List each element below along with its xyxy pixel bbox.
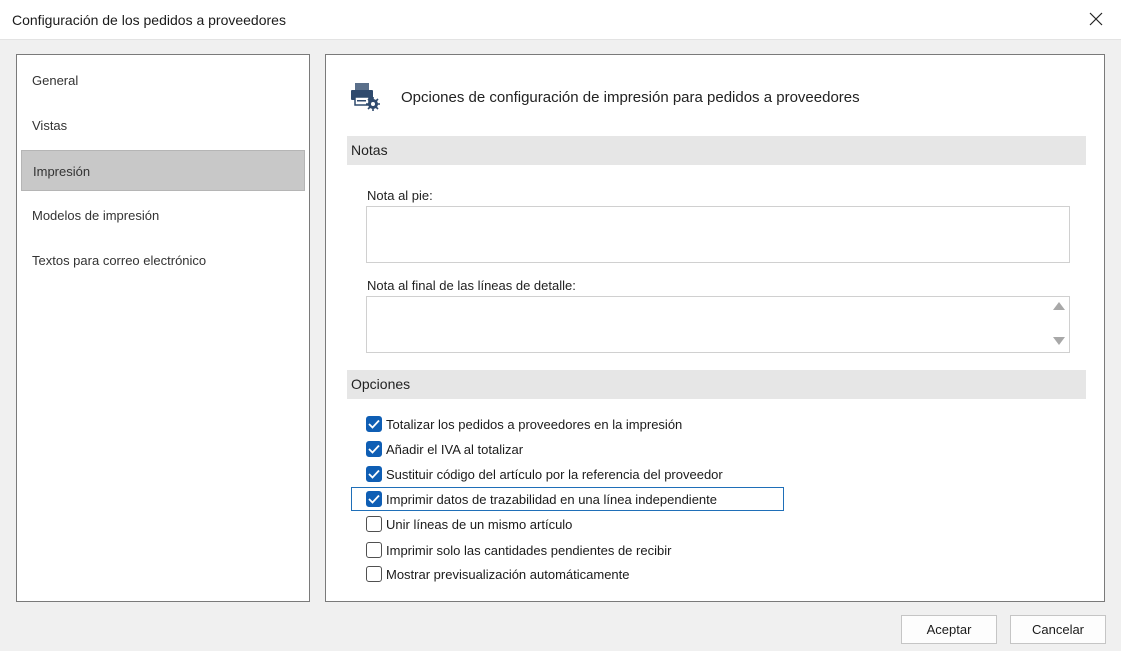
option-sustituir-codigo[interactable]: Sustituir código del artículo por la ref… [366, 464, 723, 484]
scroll-down-icon[interactable] [1053, 337, 1065, 345]
printer-settings-icon [351, 83, 380, 111]
close-icon [1089, 12, 1103, 26]
notes-section-header: Notas [347, 136, 1086, 165]
option-previsualizacion[interactable]: Mostrar previsualización automáticamente [366, 564, 630, 584]
option-totalizar[interactable]: Totalizar los pedidos a proveedores en l… [366, 414, 682, 434]
title-bar: Configuración de los pedidos a proveedor… [0, 0, 1121, 40]
option-cantidades-pendientes[interactable]: Imprimir solo las cantidades pendientes … [366, 540, 671, 560]
accept-button[interactable]: Aceptar [901, 615, 997, 644]
scroll-up-icon[interactable] [1053, 302, 1065, 310]
option-anadir-iva[interactable]: Añadir el IVA al totalizar [366, 439, 523, 459]
option-unir-lineas[interactable]: Unir líneas de un mismo artículo [366, 514, 572, 534]
page-title: Opciones de configuración de impresión p… [401, 89, 860, 106]
detail-note-label: Nota al final de las líneas de detalle: [367, 278, 576, 293]
options-section-header: Opciones [347, 370, 1086, 399]
nav-panel: General Vistas Impresión Modelos de impr… [16, 54, 310, 602]
footer-note-field[interactable] [366, 206, 1070, 263]
nav-item-modelos-impresion[interactable]: Modelos de impresión [21, 195, 305, 236]
close-button[interactable] [1085, 8, 1107, 30]
nav-item-impresion[interactable]: Impresión [21, 150, 305, 191]
checkmark-icon [368, 494, 380, 504]
nav-item-label: Modelos de impresión [32, 208, 160, 223]
checkmark-icon [368, 419, 380, 429]
option-label: Totalizar los pedidos a proveedores en l… [386, 416, 683, 432]
detail-note-field[interactable] [366, 296, 1070, 353]
option-label: Unir líneas de un mismo artículo [386, 516, 573, 532]
option-label: Añadir el IVA al totalizar [386, 441, 524, 457]
option-trazabilidad[interactable]: Imprimir datos de trazabilidad en una lí… [366, 489, 717, 509]
checkmark-icon [368, 469, 380, 479]
checkbox[interactable] [366, 516, 382, 532]
window-title: Configuración de los pedidos a proveedor… [12, 12, 286, 28]
checkbox[interactable] [366, 416, 382, 432]
nav-item-label: Vistas [32, 118, 68, 133]
option-label: Imprimir solo las cantidades pendientes … [386, 542, 672, 558]
cancel-button[interactable]: Cancelar [1010, 615, 1106, 644]
checkbox[interactable] [366, 466, 382, 482]
content-panel: Opciones de configuración de impresión p… [325, 54, 1105, 602]
nav-item-label: Impresión [33, 164, 91, 179]
checkmark-icon [368, 444, 380, 454]
checkbox[interactable] [366, 566, 382, 582]
nav-item-textos-correo[interactable]: Textos para correo electrónico [21, 240, 305, 281]
nav-item-vistas[interactable]: Vistas [21, 105, 305, 146]
nav-item-label: Textos para correo electrónico [32, 253, 207, 268]
detail-note-scrollbar[interactable] [1049, 296, 1069, 352]
option-label: Imprimir datos de trazabilidad en una lí… [386, 491, 717, 507]
checkbox[interactable] [366, 542, 382, 558]
option-label: Mostrar previsualización automáticamente [386, 566, 630, 582]
checkbox[interactable] [366, 491, 382, 507]
nav-item-general[interactable]: General [21, 60, 305, 101]
nav-item-label: General [32, 73, 79, 88]
checkbox[interactable] [366, 441, 382, 457]
option-label: Sustituir código del artículo por la ref… [386, 466, 723, 482]
footer-note-label: Nota al pie: [367, 188, 433, 203]
